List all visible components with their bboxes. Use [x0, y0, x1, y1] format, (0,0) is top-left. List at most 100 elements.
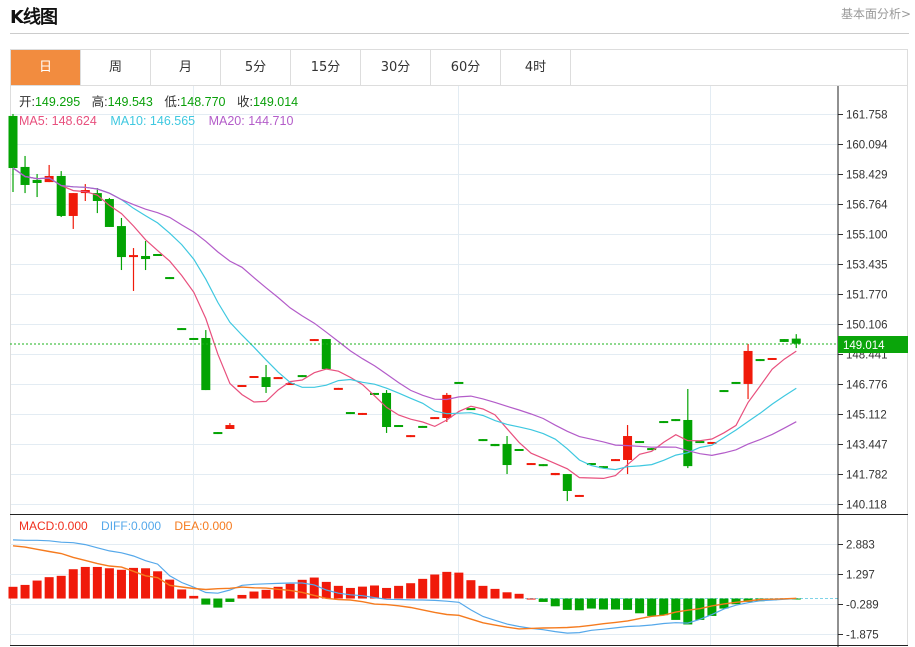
- macd-bar: [442, 571, 452, 599]
- macd-bar: [213, 598, 223, 608]
- high-value: 149.543: [108, 95, 153, 109]
- macd-bar: [550, 598, 560, 607]
- candle: [635, 441, 645, 444]
- price-tick-label: 146.776: [846, 380, 888, 392]
- macd-bar: [261, 589, 271, 599]
- dea-value: DEA:0.000: [174, 519, 232, 533]
- macd-tick-label: 1.297: [846, 570, 875, 582]
- candle-body: [345, 412, 355, 415]
- macd-bar: [586, 598, 596, 609]
- candle: [165, 277, 175, 280]
- macd-bar: [454, 572, 464, 599]
- price-tick-label: 155.100: [846, 230, 888, 242]
- candle: [755, 359, 765, 362]
- macd-bar: [598, 598, 608, 610]
- candle-body: [611, 459, 620, 462]
- candle-body: [44, 175, 54, 183]
- candle-body: [261, 377, 271, 387]
- candle-body: [454, 381, 464, 384]
- candle-body: [8, 115, 18, 169]
- macd-tick-label: -0.289: [846, 600, 879, 612]
- candle: [611, 459, 620, 462]
- candle-body: [623, 436, 633, 460]
- macd-bar: [237, 594, 247, 599]
- macd-bar: [394, 585, 404, 599]
- open-label: 开:: [19, 95, 35, 109]
- candle-body: [213, 432, 223, 435]
- macd-bar: [80, 566, 90, 599]
- candle-body: [779, 339, 789, 342]
- candle: [574, 494, 584, 497]
- price-tick-label: 140.118: [846, 500, 887, 512]
- candle-body: [466, 408, 476, 411]
- candle-body: [743, 350, 753, 384]
- candle: [406, 435, 416, 438]
- candle-body: [201, 337, 211, 391]
- macd-bar: [201, 598, 211, 605]
- candle: [490, 443, 500, 447]
- macd-bar: [683, 598, 693, 625]
- candle: [659, 421, 669, 424]
- macd-bar: [538, 598, 548, 602]
- close-value: 149.014: [253, 95, 298, 109]
- macd-bar: [478, 585, 488, 599]
- macd-bar: [562, 598, 572, 610]
- macd-bar: [141, 568, 151, 599]
- macd-bar: [92, 566, 102, 599]
- macd-bar: [345, 587, 355, 599]
- candle-body: [297, 375, 307, 378]
- candle: [116, 217, 126, 271]
- candle: [32, 173, 42, 198]
- candle: [394, 425, 404, 428]
- ma20-line: [12, 167, 797, 457]
- candle: [683, 388, 693, 469]
- macd-bar: [611, 598, 620, 610]
- macd-legend: MACD:0.000 DIFF:0.000 DEA:0.000: [19, 519, 233, 533]
- candle-body: [56, 175, 66, 216]
- candle-body: [406, 435, 416, 438]
- candle: [297, 375, 307, 378]
- ma10-legend: MA10: 146.565: [110, 114, 195, 128]
- ma20-legend: MA20: 144.710: [209, 114, 294, 128]
- candle: [478, 439, 488, 442]
- candle: [129, 248, 138, 291]
- ohlc-legend: 开:149.295 高:149.543 低:148.770 收:149.014 …: [19, 94, 298, 128]
- macd-bar: [659, 598, 669, 616]
- candle-body: [502, 443, 512, 466]
- macd-bar: [249, 591, 259, 599]
- candle-body: [478, 439, 488, 442]
- diff-value: DIFF:0.000: [101, 519, 161, 533]
- price-tick-label: 143.447: [846, 440, 888, 452]
- macd-bar: [32, 580, 42, 599]
- candle: [719, 390, 729, 393]
- macd-axis: 2.883 1.297 -0.289 -1.875: [838, 540, 879, 642]
- candle-body: [237, 385, 247, 388]
- ma10-line: [12, 167, 797, 471]
- macd-bar: [225, 598, 235, 602]
- macd-bar: [153, 571, 163, 599]
- candle-body: [767, 357, 777, 360]
- price-tick-label: 160.094: [846, 140, 888, 152]
- candle-body: [418, 425, 428, 428]
- macd-bar: [189, 595, 199, 599]
- candle-body: [719, 390, 729, 393]
- macd-bar: [418, 578, 428, 599]
- macd-bar: [623, 598, 633, 610]
- candle: [177, 328, 187, 331]
- macd-bar: [490, 588, 500, 599]
- candle: [141, 241, 151, 271]
- candle-body: [538, 464, 548, 467]
- ma5-legend: MA5: 148.624: [19, 114, 97, 128]
- candle-body: [635, 441, 645, 444]
- price-tick-label: 141.782: [846, 470, 888, 482]
- candle: [791, 334, 801, 349]
- macd-bar: [116, 569, 126, 599]
- candle-body: [394, 425, 404, 428]
- svg-text:MACD:0.000 DIFF:0.000: MACD:0.000 DIFF:0.000 DEA:0.000: [19, 519, 233, 533]
- macd-bar: [526, 598, 536, 600]
- candle: [779, 339, 789, 342]
- macd-bar: [574, 598, 584, 611]
- candle: [333, 387, 343, 390]
- kline-chart[interactable]: 161.758 160.094 158.429 156.764 155.100 153.4…: [0, 0, 915, 647]
- svg-text:MA5: 148.624 MA10: 146.5: MA5: 148.624 MA10: 146.565 MA20: 144.710: [19, 114, 293, 128]
